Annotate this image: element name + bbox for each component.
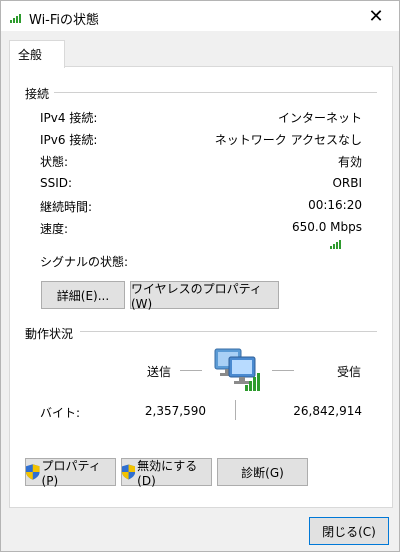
close-button[interactable]: 閉じる(C) bbox=[309, 517, 389, 545]
sent-bytes-value: 2,357,590 bbox=[144, 404, 206, 418]
ssid-label: SSID: bbox=[40, 176, 73, 190]
title-bar: Wi-Fiの状態 ✕ bbox=[1, 1, 399, 31]
sent-line bbox=[180, 370, 202, 371]
received-bytes-value: 26,842,914 bbox=[293, 404, 362, 418]
connection-heading: 接続 bbox=[25, 87, 50, 101]
signal-strength-icon bbox=[330, 240, 341, 249]
details-button[interactable]: 詳細(E)... bbox=[41, 281, 125, 309]
status-value: 有効 bbox=[337, 155, 362, 169]
properties-button[interactable]: プロパティ(P) bbox=[25, 458, 116, 488]
close-icon: ✕ bbox=[368, 5, 384, 27]
ipv6-label: IPv6 接続: bbox=[40, 133, 98, 147]
wireless-properties-button[interactable]: ワイヤレスのプロパティ(W) bbox=[130, 281, 279, 311]
close-window-button[interactable]: ✕ bbox=[353, 1, 399, 31]
speed-value: 650.0 Mbps bbox=[291, 220, 362, 234]
activity-divider bbox=[80, 331, 377, 332]
uac-shield-icon bbox=[122, 464, 136, 480]
window-title: Wi-Fiの状態 bbox=[29, 13, 100, 28]
ipv4-label: IPv4 接続: bbox=[40, 111, 98, 125]
duration-value: 00:16:20 bbox=[308, 198, 362, 212]
ipv6-value: ネットワーク アクセスなし bbox=[214, 133, 362, 147]
status-label: 状態: bbox=[40, 155, 69, 169]
properties-button-label: プロパティ(P) bbox=[41, 458, 101, 488]
disable-button[interactable]: 無効にする(D) bbox=[121, 458, 212, 488]
ipv4-value: インターネット bbox=[277, 111, 362, 125]
ssid-value: ORBI bbox=[332, 176, 362, 190]
bytes-label: バイト: bbox=[40, 406, 81, 420]
received-line bbox=[272, 370, 294, 371]
wifi-status-window: Wi-Fiの状態 ✕ 全般 接続 IPv4 接続: インターネット IPv6 接… bbox=[0, 0, 400, 552]
tab-general[interactable]: 全般 bbox=[9, 40, 65, 68]
disable-button-label: 無効にする(D) bbox=[137, 458, 198, 488]
duration-label: 継続時間: bbox=[40, 200, 93, 214]
activity-heading: 動作状況 bbox=[25, 327, 74, 341]
diagnose-button[interactable]: 診断(G) bbox=[217, 458, 308, 486]
tab-general-label: 全般 bbox=[18, 48, 43, 62]
speed-label: 速度: bbox=[40, 222, 69, 236]
connection-divider bbox=[54, 92, 377, 93]
network-computers-icon bbox=[214, 348, 260, 391]
signal-label: シグナルの状態: bbox=[40, 255, 129, 269]
wifi-signal-icon bbox=[10, 14, 21, 23]
sent-label: 送信 bbox=[147, 365, 172, 379]
general-panel: 接続 IPv4 接続: インターネット IPv6 接続: ネットワーク アクセス… bbox=[9, 66, 393, 508]
bytes-divider bbox=[235, 400, 236, 420]
received-label: 受信 bbox=[337, 365, 362, 379]
uac-shield-icon bbox=[26, 464, 40, 480]
